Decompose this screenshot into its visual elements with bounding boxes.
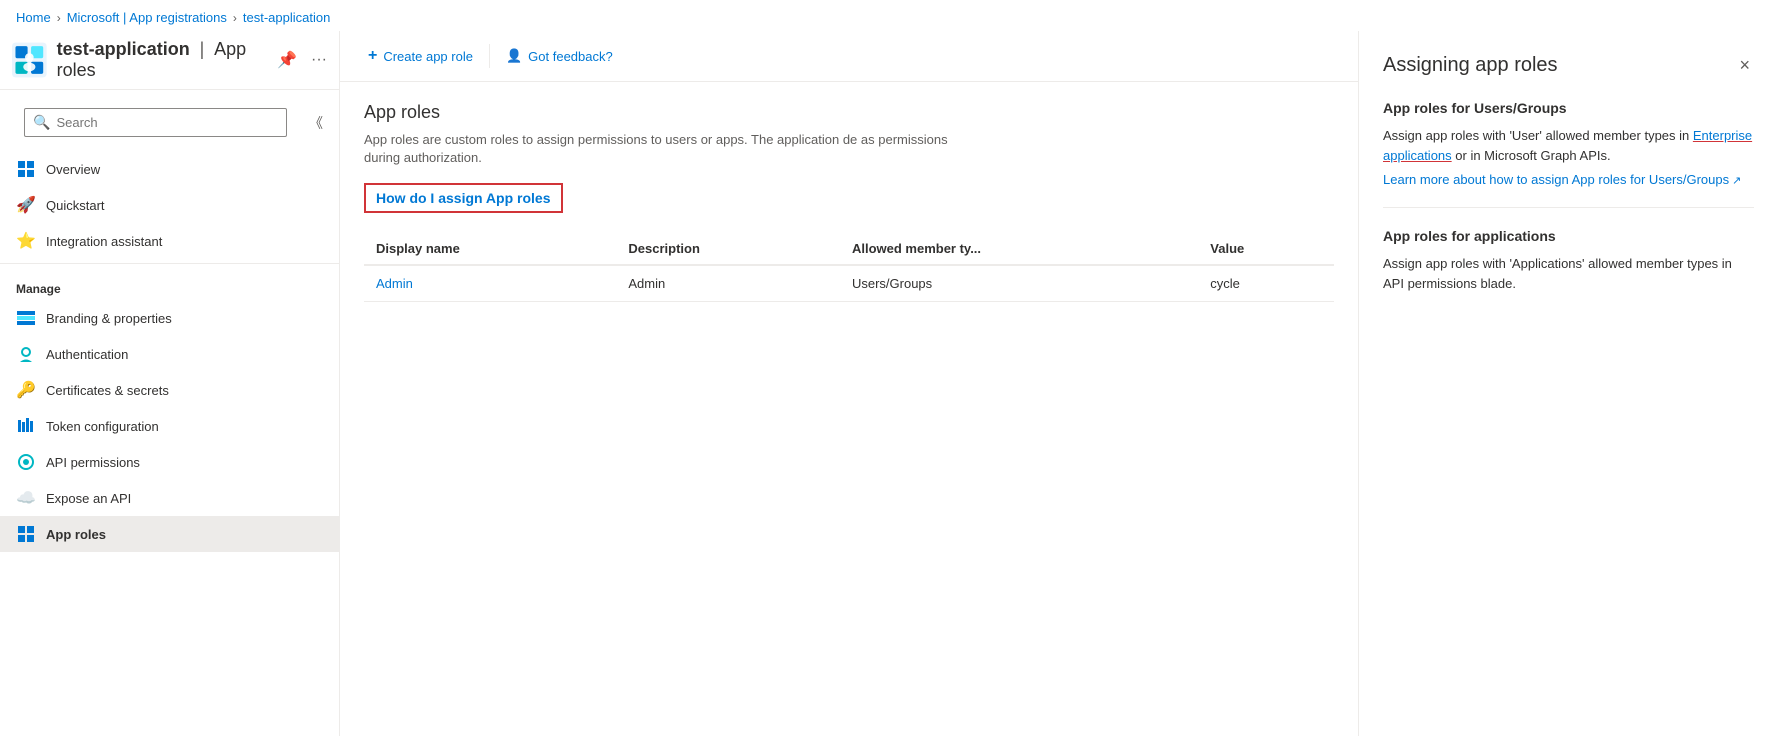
app-header-title: test-application | App roles: [57, 39, 259, 81]
sidebar-item-branding[interactable]: Branding & properties: [0, 300, 339, 336]
overview-icon: [16, 159, 36, 179]
sidebar-item-quickstart[interactable]: 🚀 Quickstart: [0, 187, 339, 223]
side-panel: Assigning app roles × App roles for User…: [1358, 31, 1778, 736]
table-body: Admin Admin Users/Groups cycle: [364, 265, 1334, 302]
integration-label: Integration assistant: [46, 234, 162, 249]
sidebar-item-certificates[interactable]: 🔑 Certificates & secrets: [0, 372, 339, 408]
token-icon: [16, 416, 36, 436]
authentication-icon: [16, 344, 36, 364]
sidebar: test-application | App roles 📌 ··· 🔍 《 O…: [0, 31, 340, 736]
pin-icon[interactable]: 📌: [277, 50, 297, 70]
create-app-role-button[interactable]: + Create app role: [356, 41, 485, 71]
cell-value: cycle: [1198, 265, 1334, 302]
content-title: App roles: [364, 102, 1334, 123]
sidebar-item-app-roles[interactable]: App roles: [0, 516, 339, 552]
main-content: + Create app role 👤 Got feedback? App ro…: [340, 31, 1358, 736]
collapse-icon[interactable]: 《: [305, 109, 327, 137]
overview-label: Overview: [46, 162, 100, 177]
app-roles-label: App roles: [46, 527, 106, 542]
more-icon[interactable]: ···: [311, 51, 327, 69]
breadcrumb-test-application[interactable]: test-application: [243, 10, 330, 25]
learn-more-link[interactable]: Learn more about how to assign App roles…: [1383, 172, 1741, 187]
panel-section1-title: App roles for Users/Groups: [1383, 100, 1754, 116]
branding-icon: [16, 308, 36, 328]
integration-icon: ⭐: [16, 231, 36, 251]
quickstart-label: Quickstart: [46, 198, 105, 213]
content-description: App roles are custom roles to assign per…: [364, 131, 984, 167]
search-box[interactable]: 🔍: [24, 108, 287, 137]
col-display-name: Display name: [364, 233, 616, 265]
app-icon: [12, 40, 47, 80]
feedback-icon: 👤: [506, 48, 522, 64]
cell-allowed-member: Users/Groups: [840, 265, 1198, 302]
breadcrumb: Home › Microsoft | App registrations › t…: [0, 0, 1778, 31]
sidebar-header: test-application | App roles 📌 ···: [0, 31, 339, 90]
sidebar-item-integration[interactable]: ⭐ Integration assistant: [0, 223, 339, 259]
sidebar-item-expose-api[interactable]: ☁️ Expose an API: [0, 480, 339, 516]
col-description: Description: [616, 233, 840, 265]
title-separator: |: [200, 39, 205, 59]
feedback-label: Got feedback?: [528, 49, 613, 64]
panel-text-after: or in Microsoft Graph APIs.: [1452, 148, 1611, 163]
cell-display-name: Admin: [364, 265, 616, 302]
certificates-icon: 🔑: [16, 380, 36, 400]
app-roles-icon: [16, 524, 36, 544]
sidebar-item-overview[interactable]: Overview: [0, 151, 339, 187]
panel-section2-text: Assign app roles with 'Applications' all…: [1383, 254, 1754, 293]
panel-section1-text: Assign app roles with 'User' allowed mem…: [1383, 126, 1754, 165]
token-label: Token configuration: [46, 419, 159, 434]
feedback-button[interactable]: 👤 Got feedback?: [494, 42, 625, 70]
panel-close-button[interactable]: ×: [1735, 51, 1754, 80]
app-roles-table: Display name Description Allowed member …: [364, 233, 1334, 302]
branding-label: Branding & properties: [46, 311, 172, 326]
manage-section-label: Manage: [0, 272, 339, 300]
breadcrumb-app-registrations[interactable]: Microsoft | App registrations: [67, 10, 227, 25]
panel-section-applications: App roles for applications Assign app ro…: [1383, 228, 1754, 293]
sidebar-item-api-permissions[interactable]: API permissions: [0, 444, 339, 480]
search-icon: 🔍: [33, 114, 50, 131]
sidebar-item-authentication[interactable]: Authentication: [0, 336, 339, 372]
breadcrumb-home[interactable]: Home: [16, 10, 51, 25]
quickstart-icon: 🚀: [16, 195, 36, 215]
expose-api-icon: ☁️: [16, 488, 36, 508]
table-header: Display name Description Allowed member …: [364, 233, 1334, 265]
panel-text-before: Assign app roles with 'User' allowed mem…: [1383, 128, 1693, 143]
cell-description: Admin: [616, 265, 840, 302]
main-layout: test-application | App roles 📌 ··· 🔍 《 O…: [0, 31, 1778, 736]
panel-section2-title: App roles for applications: [1383, 228, 1754, 244]
panel-section-users-groups: App roles for Users/Groups Assign app ro…: [1383, 100, 1754, 187]
nav-divider: [0, 263, 339, 264]
col-allowed-member: Allowed member ty...: [840, 233, 1198, 265]
certificates-label: Certificates & secrets: [46, 383, 169, 398]
table-row: Admin Admin Users/Groups cycle: [364, 265, 1334, 302]
admin-link[interactable]: Admin: [376, 276, 413, 291]
panel-section-divider: [1383, 207, 1754, 208]
panel-header: Assigning app roles ×: [1383, 51, 1754, 80]
col-value: Value: [1198, 233, 1334, 265]
search-input[interactable]: [56, 115, 278, 130]
authentication-label: Authentication: [46, 347, 128, 362]
api-permissions-label: API permissions: [46, 455, 140, 470]
assign-app-roles-link[interactable]: How do I assign App roles: [364, 183, 563, 213]
content-body: App roles App roles are custom roles to …: [340, 82, 1358, 736]
panel-title: Assigning app roles: [1383, 54, 1558, 77]
app-name: test-application: [57, 39, 190, 59]
api-permissions-icon: [16, 452, 36, 472]
toolbar-separator: [489, 44, 490, 68]
sidebar-item-token[interactable]: Token configuration: [0, 408, 339, 444]
expose-api-label: Expose an API: [46, 491, 131, 506]
toolbar: + Create app role 👤 Got feedback?: [340, 31, 1358, 82]
create-label: Create app role: [383, 49, 473, 64]
create-plus-icon: +: [368, 47, 377, 65]
search-container: 🔍 《: [12, 98, 327, 147]
